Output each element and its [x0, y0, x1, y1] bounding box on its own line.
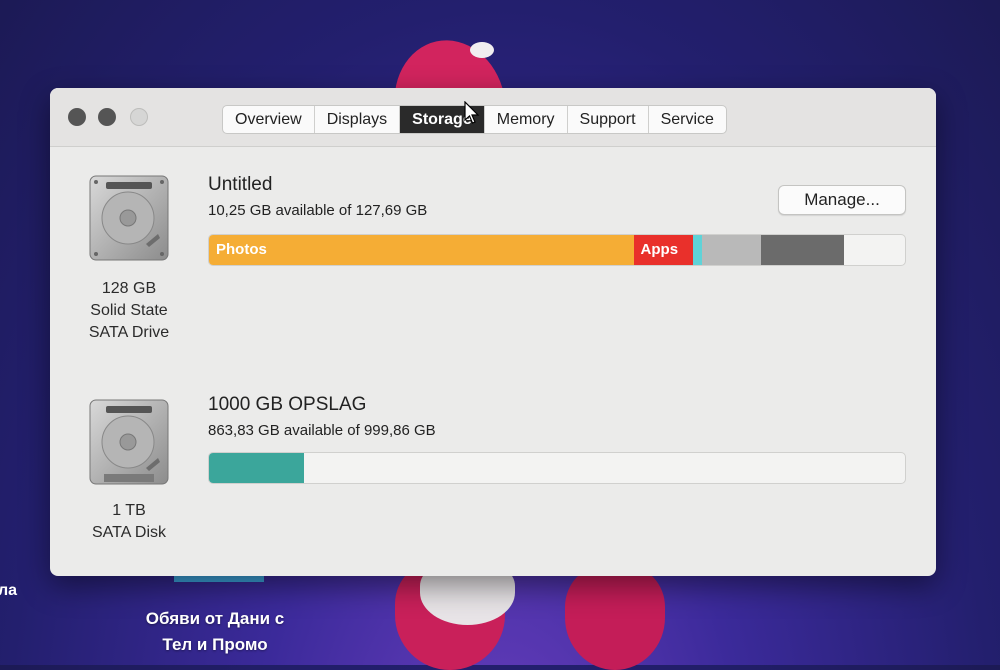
usage-segment[interactable] [209, 453, 305, 483]
wallpaper-shape [470, 42, 494, 58]
desktop-label-line: Обяви от Дани с [145, 609, 285, 628]
usage-segment[interactable]: Photos [209, 235, 634, 265]
usage-segment[interactable] [760, 235, 845, 265]
drive-capacity: 128 GB [101, 280, 157, 297]
hard-drive-icon [89, 175, 169, 261]
about-this-mac-window: Overview Displays Storage Memory Support… [50, 88, 936, 576]
mouse-pointer-icon [464, 101, 480, 124]
close-window-button[interactable] [68, 108, 86, 126]
tab-displays[interactable]: Displays [315, 106, 401, 133]
storage-usage-bar[interactable] [208, 452, 906, 484]
tab-service[interactable]: Service [649, 106, 726, 133]
zoom-window-button[interactable] [130, 108, 148, 126]
usage-segment[interactable] [701, 235, 761, 265]
drive-type: SATA Disk [91, 524, 167, 541]
tab-overview[interactable]: Overview [223, 106, 315, 133]
desktop-label-line: Тел и Промо [162, 635, 268, 654]
drive-caption: 128 GB Solid State SATA Drive [68, 278, 190, 344]
drive-capacity: 1 TB [112, 502, 146, 519]
volume-name: 1000 GB OPSLAG [208, 394, 367, 415]
usage-segment[interactable]: Apps [633, 235, 693, 265]
volume-available-text: 10,25 GB available of 127,69 GB [208, 202, 428, 219]
hard-drive-icon [89, 399, 169, 485]
title-bar: Overview Displays Storage Memory Support… [50, 88, 936, 147]
tab-memory[interactable]: Memory [485, 106, 568, 133]
usage-segment-label: Apps [640, 241, 679, 258]
storage-usage-bar[interactable]: Photos Apps [208, 234, 906, 266]
manage-button[interactable]: Manage... [778, 185, 906, 215]
desktop-side-label: ла [0, 582, 18, 599]
usage-segment-label: Photos [216, 241, 267, 258]
volume-name: Untitled [208, 174, 273, 195]
usage-segment[interactable] [692, 235, 702, 265]
desktop-item-label[interactable]: Обяви от Дани с Тел и Промо [125, 606, 305, 658]
drive-caption: 1 TB SATA Disk [68, 500, 190, 544]
drive-type: Solid State [90, 302, 168, 319]
volume-available-text: 863,83 GB available of 999,86 GB [208, 422, 436, 439]
wallpaper-shape [565, 565, 665, 670]
drive-interface: SATA Drive [88, 324, 170, 341]
tab-support[interactable]: Support [568, 106, 649, 133]
minimize-window-button[interactable] [98, 108, 116, 126]
